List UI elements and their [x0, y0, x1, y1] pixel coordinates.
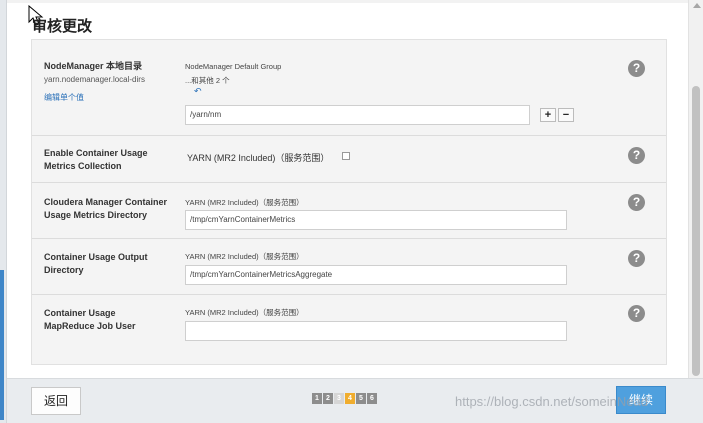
- undo-icon[interactable]: ↶: [194, 86, 202, 97]
- config-row-output-directory: Container Usage Output Directory YARN (MR…: [32, 239, 666, 295]
- config-row-local-dirs: NodeManager 本地目录 yarn.nodemanager.local-…: [32, 40, 666, 136]
- page-title: 审核更改: [32, 18, 93, 35]
- scroll-up-arrow-icon[interactable]: [693, 3, 701, 8]
- config-label: Enable Container Usage Metrics Collection: [44, 148, 148, 171]
- remove-value-button[interactable]: −: [558, 108, 574, 122]
- step-1[interactable]: 1: [312, 393, 322, 404]
- config-label: Cloudera Manager Container Usage Metrics …: [44, 197, 168, 220]
- job-user-input[interactable]: [185, 321, 567, 341]
- vertical-scrollbar[interactable]: [688, 0, 703, 378]
- help-icon[interactable]: ?: [628, 305, 645, 322]
- step-4-current: 4: [345, 393, 355, 404]
- config-row-job-user: Container Usage MapReduce Job User YARN (…: [32, 295, 666, 364]
- enable-metrics-checkbox[interactable]: [342, 152, 350, 160]
- changes-panel: NodeManager 本地目录 yarn.nodemanager.local-…: [31, 39, 667, 365]
- config-property-name: yarn.nodemanager.local-dirs: [44, 75, 145, 84]
- scope-label: YARN (MR2 Included)（服务范围）: [185, 198, 304, 207]
- group-more: ...和其他 2 个: [185, 76, 230, 85]
- help-icon[interactable]: ?: [628, 194, 645, 211]
- left-accent: [0, 270, 4, 420]
- step-2[interactable]: 2: [323, 393, 333, 404]
- back-button[interactable]: 返回: [31, 387, 81, 415]
- config-label: Container Usage MapReduce Job User: [44, 308, 136, 331]
- left-edge: [0, 0, 7, 423]
- output-directory-input[interactable]: /tmp/cmYarnContainerMetricsAggregate: [185, 265, 567, 285]
- step-indicator: 123456: [312, 387, 378, 404]
- help-icon[interactable]: ?: [628, 60, 645, 77]
- edit-individual-values-link[interactable]: 编辑单个值: [44, 92, 84, 103]
- local-dirs-input[interactable]: /yarn/nm: [185, 105, 530, 125]
- config-row-metrics-directory: Cloudera Manager Container Usage Metrics …: [32, 183, 666, 239]
- wizard-window: 审核更改 NodeManager 本地目录 yarn.nodemanager.l…: [0, 0, 703, 423]
- step-6[interactable]: 6: [367, 393, 377, 404]
- config-label: Container Usage Output Directory: [44, 252, 148, 275]
- metrics-directory-input[interactable]: /tmp/cmYarnContainerMetrics: [185, 210, 567, 230]
- add-value-button[interactable]: +: [540, 108, 556, 122]
- scroll-thumb[interactable]: [692, 86, 700, 376]
- help-icon[interactable]: ?: [628, 147, 645, 164]
- scope-label: YARN (MR2 Included)（服务范围）: [187, 153, 330, 163]
- watermark: https://blog.csdn.net/someinNead: [455, 394, 648, 409]
- config-row-enable-metrics: Enable Container Usage Metrics Collection…: [32, 136, 666, 183]
- step-5[interactable]: 5: [356, 393, 366, 404]
- top-edge: [7, 0, 703, 3]
- step-3: 3: [334, 393, 344, 404]
- help-icon[interactable]: ?: [628, 250, 645, 267]
- scope-label: YARN (MR2 Included)（服务范围）: [185, 308, 304, 317]
- group-name: NodeManager Default Group: [185, 62, 282, 71]
- scope-label: YARN (MR2 Included)（服务范围）: [185, 252, 304, 261]
- config-label: NodeManager 本地目录: [44, 61, 143, 71]
